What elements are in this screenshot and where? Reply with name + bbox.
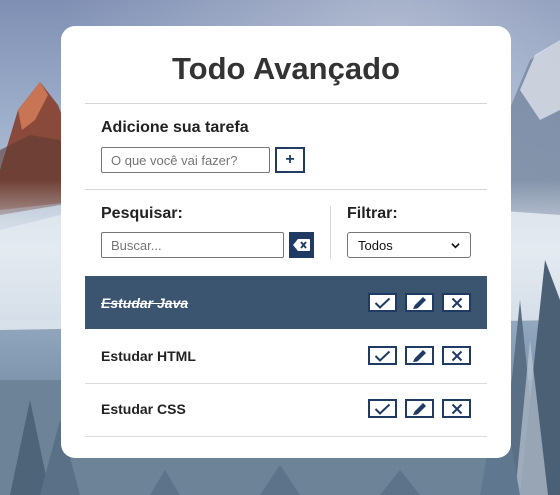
pen-icon xyxy=(412,349,426,362)
filter-select[interactable]: Todos xyxy=(347,232,471,258)
divider xyxy=(85,103,487,104)
page-title: Todo Avançado xyxy=(172,51,400,86)
edit-todo-button[interactable] xyxy=(405,346,434,365)
todo-text: Estudar HTML xyxy=(101,347,196,364)
edit-todo-button[interactable] xyxy=(405,399,434,418)
check-icon xyxy=(374,403,391,415)
add-task-label: Adicione sua tarefa xyxy=(101,119,249,136)
x-icon xyxy=(451,297,462,308)
search-input[interactable] xyxy=(101,232,284,258)
new-task-input[interactable] xyxy=(101,147,270,173)
todo-actions xyxy=(368,293,479,313)
remove-todo-button[interactable] xyxy=(442,293,471,312)
chevron-down-icon xyxy=(451,242,460,248)
clear-search-button[interactable] xyxy=(289,232,314,258)
todo-actions xyxy=(368,399,479,419)
check-icon xyxy=(374,297,391,309)
remove-todo-button[interactable] xyxy=(442,399,471,418)
check-icon xyxy=(374,350,391,362)
toolbar-separator xyxy=(330,206,331,259)
remove-todo-button[interactable] xyxy=(442,346,471,365)
divider xyxy=(85,189,487,190)
todo-separator xyxy=(85,436,487,437)
pen-icon xyxy=(412,296,426,309)
pen-icon xyxy=(412,402,426,415)
x-icon xyxy=(451,403,462,414)
add-task-button[interactable]: + xyxy=(275,147,305,173)
todo-actions xyxy=(368,346,479,366)
add-task-button-label: + xyxy=(285,151,295,168)
finish-todo-button[interactable] xyxy=(368,399,397,418)
x-icon xyxy=(451,350,462,361)
backspace-icon xyxy=(293,239,310,251)
todo-item: Estudar Java xyxy=(85,276,487,329)
search-label: Pesquisar: xyxy=(101,205,183,222)
todo-text: Estudar Java xyxy=(101,294,189,311)
todo-item: Estudar CSS xyxy=(85,382,487,435)
todo-text: Estudar CSS xyxy=(101,400,186,417)
todo-item: Estudar HTML xyxy=(85,329,487,382)
filter-selected-value: Todos xyxy=(358,237,393,253)
finish-todo-button[interactable] xyxy=(368,293,397,312)
edit-todo-button[interactable] xyxy=(405,293,434,312)
filter-label: Filtrar: xyxy=(347,205,398,222)
finish-todo-button[interactable] xyxy=(368,346,397,365)
